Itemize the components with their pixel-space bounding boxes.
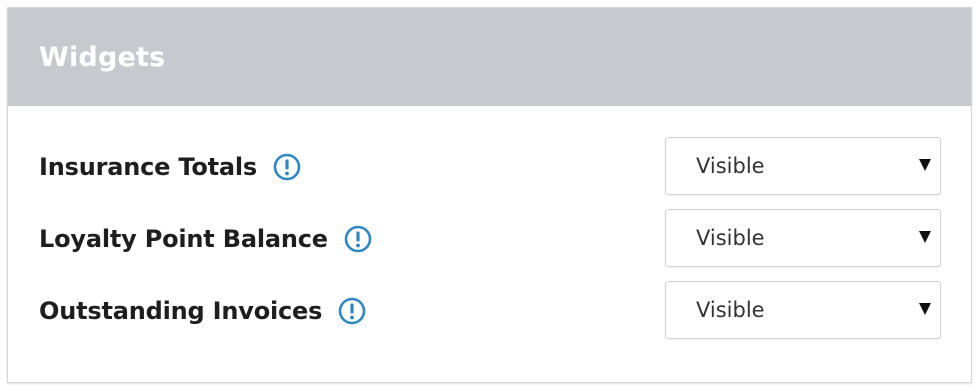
- caret-down-icon: [919, 159, 931, 171]
- row-label-wrap: Loyalty Point Balance: [39, 209, 372, 269]
- visibility-select-outstanding-invoices[interactable]: Visible: [665, 281, 941, 339]
- widgets-panel: Widgets Insurance Totals Visible Loyalty…: [7, 7, 972, 383]
- info-icon[interactable]: [338, 297, 366, 325]
- caret-down-icon: [919, 231, 931, 243]
- select-value: Visible: [696, 226, 765, 250]
- row-label-wrap: Outstanding Invoices: [39, 281, 366, 341]
- select-value: Visible: [696, 298, 765, 322]
- row-label: Loyalty Point Balance: [39, 225, 328, 253]
- info-icon[interactable]: [344, 225, 372, 253]
- panel-title: Widgets: [39, 41, 166, 73]
- row-label: Outstanding Invoices: [39, 297, 323, 325]
- select-value: Visible: [696, 154, 765, 178]
- row-label: Insurance Totals: [39, 153, 258, 181]
- panel-header: Widgets: [8, 8, 971, 106]
- visibility-select-insurance-totals[interactable]: Visible: [665, 137, 941, 195]
- caret-down-icon: [919, 303, 931, 315]
- widget-row-loyalty-point-balance: Loyalty Point Balance Visible: [8, 209, 971, 269]
- widget-row-insurance-totals: Insurance Totals Visible: [8, 137, 971, 197]
- visibility-select-loyalty-point-balance[interactable]: Visible: [665, 209, 941, 267]
- row-label-wrap: Insurance Totals: [39, 137, 301, 197]
- info-icon[interactable]: [273, 153, 301, 181]
- widget-row-outstanding-invoices: Outstanding Invoices Visible: [8, 281, 971, 341]
